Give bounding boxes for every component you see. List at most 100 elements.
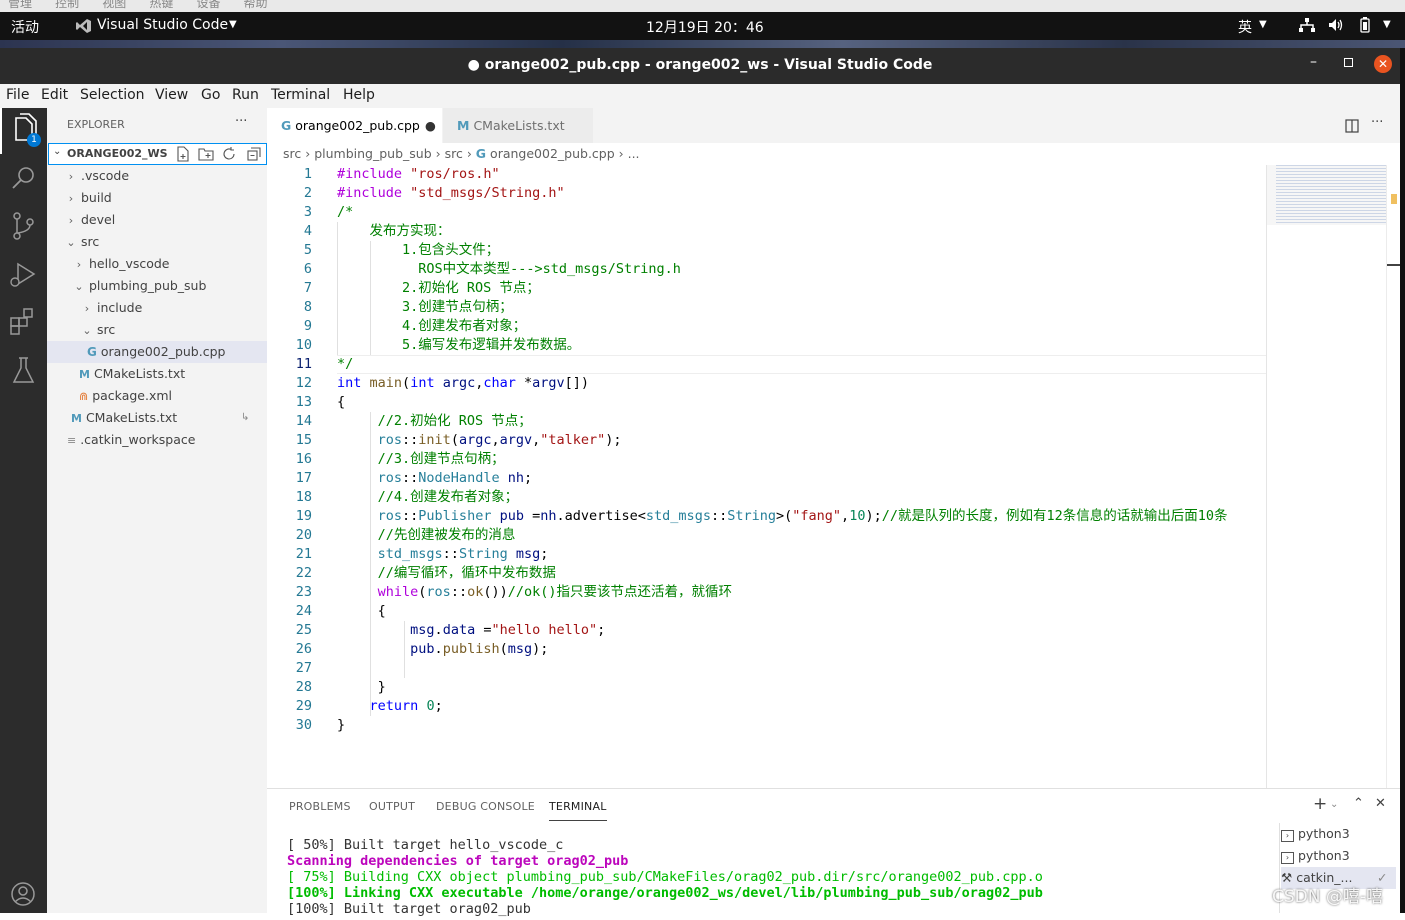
code-line[interactable]: //先创建被发布的消息 <box>337 526 516 545</box>
input-method-indicator[interactable]: 英 <box>1238 17 1252 37</box>
explorer-icon[interactable]: 1 <box>0 108 47 154</box>
chevron-down-icon[interactable]: ⌄ <box>1330 799 1338 810</box>
terminal-list-item[interactable]: › python3 <box>1281 823 1396 845</box>
code-line[interactable]: std_msgs::String msg; <box>337 545 549 564</box>
tree-folder[interactable]: › .vscode <box>47 165 267 187</box>
menu-view[interactable]: View <box>155 87 188 103</box>
code-line[interactable]: /* <box>337 203 353 222</box>
collapse-all-icon[interactable] <box>246 146 261 165</box>
menu-terminal[interactable]: Terminal <box>271 87 330 103</box>
code-line[interactable]: 1.包含头文件； <box>337 241 499 260</box>
host-menu-item[interactable]: 帮助 <box>244 0 268 10</box>
tree-file[interactable]: ⋒ package.xml <box>47 385 267 407</box>
tree-folder[interactable]: ⌄ src <box>47 231 267 253</box>
volume-icon[interactable] <box>1328 18 1344 36</box>
host-menu-item[interactable]: 视图 <box>102 0 126 10</box>
editor-scrollbar[interactable] <box>1386 165 1401 788</box>
panel-tab-terminal[interactable]: TERMINAL <box>549 800 607 821</box>
code-line[interactable]: ros::init(argc,argv,"talker"); <box>337 431 622 450</box>
close-icon[interactable]: ✕ <box>1374 55 1392 73</box>
app-menu-label[interactable]: Visual Studio Code <box>97 17 228 33</box>
battery-icon[interactable] <box>1358 17 1372 37</box>
menu-go[interactable]: Go <box>201 87 220 103</box>
code-line[interactable]: //4.创建发布者对象； <box>337 488 519 507</box>
code-line[interactable]: ROS中文本类型--->std_msgs/String.h <box>337 260 681 279</box>
more-actions-icon[interactable]: ··· <box>1371 115 1383 130</box>
host-menu-item[interactable]: 热键 <box>149 0 173 10</box>
host-menu-item[interactable]: 控制 <box>55 0 79 10</box>
menu-selection[interactable]: Selection <box>80 87 145 103</box>
minimap[interactable] <box>1266 165 1387 788</box>
new-file-icon[interactable] <box>176 146 190 165</box>
host-menu-item[interactable]: 设备 <box>196 0 220 10</box>
clock[interactable]: 12月19日 20：46 <box>646 17 764 37</box>
network-icon[interactable] <box>1299 18 1315 36</box>
breadcrumb-item[interactable]: ... <box>628 146 640 161</box>
extensions-icon[interactable] <box>0 300 47 346</box>
code-line[interactable]: { <box>337 602 386 621</box>
close-panel-icon[interactable]: ✕ <box>1375 796 1386 811</box>
run-debug-icon[interactable] <box>0 252 47 298</box>
breadcrumb-item[interactable]: src <box>283 146 301 161</box>
chevron-down-icon[interactable]: ▼ <box>1383 19 1391 30</box>
code-line[interactable]: ros::NodeHandle nh; <box>337 469 532 488</box>
code-line[interactable]: pub.publish(msg); <box>337 640 548 659</box>
maximize-panel-icon[interactable]: ⌃ <box>1353 796 1364 811</box>
tree-folder[interactable]: › build <box>47 187 267 209</box>
tree-file[interactable]: ≡ .catkin_workspace <box>47 429 267 451</box>
tab-cmakelists[interactable]: M CMakeLists.txt <box>443 108 593 143</box>
code-line[interactable]: 5.编写发布逻辑并发布数据。 <box>337 336 580 355</box>
testing-icon[interactable] <box>0 348 47 394</box>
code-line[interactable]: 3.创建节点句柄； <box>337 298 513 317</box>
source-control-icon[interactable] <box>0 204 47 250</box>
code-line[interactable]: return 0; <box>337 697 443 716</box>
code-line[interactable]: //2.初始化 ROS 节点； <box>337 412 532 431</box>
breadcrumb-item[interactable]: orange002_pub.cpp <box>490 146 615 161</box>
workspace-section-header[interactable]: ⌄ ORANGE002_WS <box>48 143 267 165</box>
tree-folder[interactable]: ⌄ plumbing_pub_sub <box>47 275 267 297</box>
code-line[interactable]: ros::Publisher pub =nh.advertise<std_msg… <box>337 507 1228 526</box>
search-icon[interactable] <box>0 156 47 202</box>
code-line[interactable]: while(ros::ok())//ok()指只要该节点还活着，就循环 <box>337 583 732 602</box>
tree-folder[interactable]: › include <box>47 297 267 319</box>
tree-folder[interactable]: › devel <box>47 209 267 231</box>
menu-edit[interactable]: Edit <box>41 87 68 103</box>
code-line[interactable]: int main(int argc,char *argv[]) <box>337 374 589 393</box>
code-line[interactable]: } <box>337 716 345 735</box>
breadcrumb-item[interactable]: plumbing_pub_sub <box>314 146 431 161</box>
tab-orange002-pub-cpp[interactable]: G orange002_pub.cpp ● <box>267 108 442 143</box>
code-line[interactable]: 4.创建发布者对象； <box>337 317 526 336</box>
code-line[interactable]: #include "std_msgs/String.h" <box>337 184 565 203</box>
tree-file-selected[interactable]: G orange002_pub.cpp <box>47 341 267 363</box>
terminal-list-item[interactable]: › python3 <box>1281 845 1396 867</box>
host-menu-item[interactable]: 管理 <box>8 0 32 10</box>
panel-tab-problems[interactable]: PROBLEMS <box>289 800 351 813</box>
dirty-indicator[interactable]: ● <box>425 108 436 143</box>
code-line[interactable]: msg.data ="hello hello"; <box>337 621 605 640</box>
new-folder-icon[interactable] <box>198 146 214 165</box>
tree-folder[interactable]: › hello_vscode <box>47 253 267 275</box>
tree-file[interactable]: M CMakeLists.txt <box>47 363 267 385</box>
tree-folder[interactable]: ⌄ src <box>47 319 267 341</box>
panel-tab-output[interactable]: OUTPUT <box>369 800 415 813</box>
menu-file[interactable]: File <box>6 87 29 103</box>
new-terminal-icon[interactable]: + <box>1313 794 1327 814</box>
code-line[interactable]: */ <box>337 355 353 374</box>
panel-tab-debug-console[interactable]: DEBUG CONSOLE <box>436 800 535 813</box>
more-actions-icon[interactable]: ··· <box>235 114 247 129</box>
accounts-icon[interactable] <box>0 870 47 916</box>
code-line[interactable]: 发布方实现： <box>337 222 451 241</box>
code-line[interactable]: 2.初始化 ROS 节点； <box>337 279 540 298</box>
maximize-icon[interactable] <box>1344 58 1353 67</box>
code-line[interactable]: { <box>337 393 345 412</box>
code-line[interactable]: //3.创建节点句柄； <box>337 450 505 469</box>
split-editor-icon[interactable] <box>1345 118 1359 137</box>
chevron-down-icon[interactable]: ▼ <box>229 19 237 30</box>
refresh-icon[interactable] <box>222 146 237 165</box>
menu-help[interactable]: Help <box>343 87 375 103</box>
code-line[interactable]: #include "ros/ros.h" <box>337 165 500 184</box>
tree-file[interactable]: M CMakeLists.txt ↳ <box>47 407 267 429</box>
menu-run[interactable]: Run <box>232 87 259 103</box>
breadcrumb-item[interactable]: src <box>445 146 463 161</box>
code-line[interactable]: } <box>337 678 386 697</box>
